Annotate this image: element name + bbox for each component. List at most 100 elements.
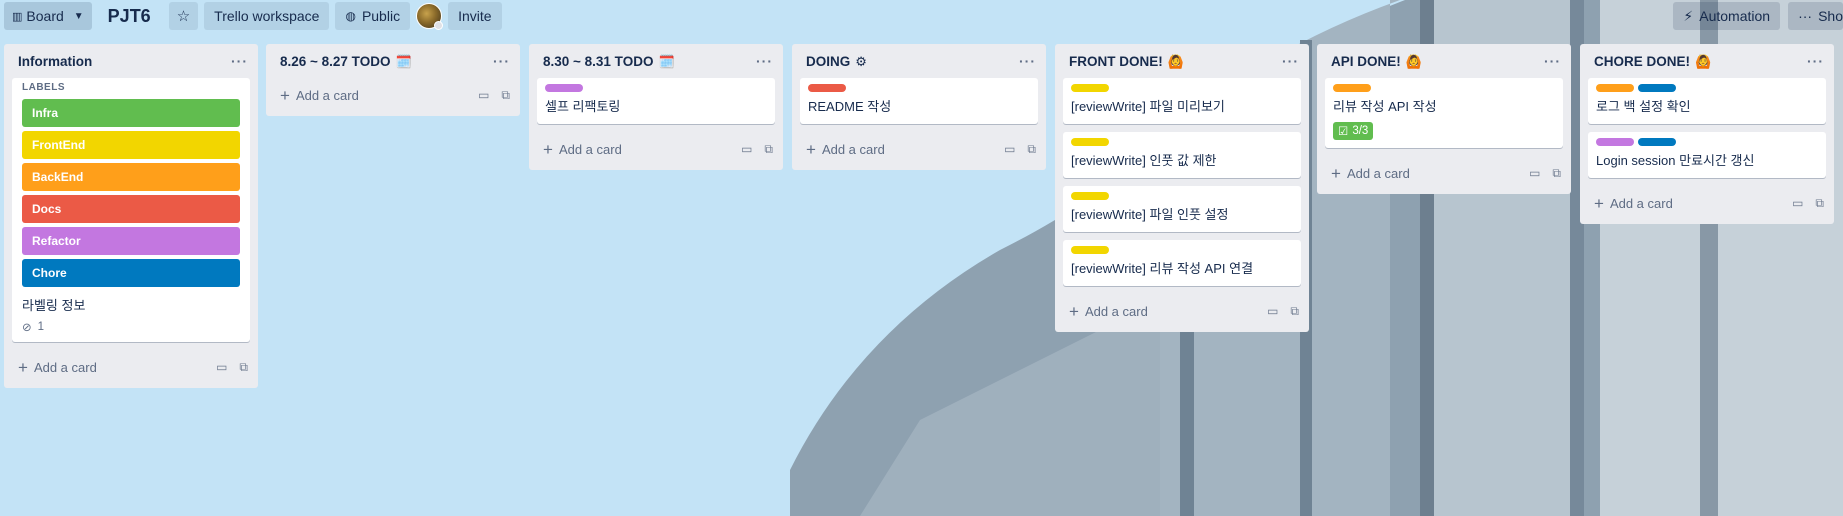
star-button[interactable]: ☆	[168, 2, 199, 30]
plus-icon: +	[1594, 193, 1604, 213]
template-icon[interactable]: ▭	[741, 142, 752, 157]
card[interactable]: [reviewWrite] 리뷰 작성 API 연결	[1063, 240, 1301, 286]
card[interactable]: 리뷰 작성 API 작성 ☑ 3/3	[1325, 78, 1563, 148]
avatar-badge	[434, 21, 444, 30]
card[interactable]: [reviewWrite] 인풋 값 제한	[1063, 132, 1301, 178]
template-icon[interactable]: ▭	[1792, 196, 1803, 211]
add-card-button[interactable]: + Add a card	[1069, 303, 1148, 320]
list-title[interactable]: FRONT DONE! 🙆	[1069, 54, 1184, 69]
list-header: API DONE! 🙆 ···	[1317, 44, 1571, 78]
list-title[interactable]: DOING ⚙	[806, 54, 867, 69]
list-menu-icon[interactable]: ···	[1807, 53, 1824, 69]
card[interactable]: 셀프 리팩토링	[537, 78, 775, 124]
label-docs: Docs	[22, 195, 240, 223]
card-title: README 작성	[808, 99, 892, 114]
add-card-button[interactable]: + Add a card	[18, 359, 97, 376]
invite-button[interactable]: Invite	[448, 2, 502, 30]
template-icon[interactable]: ▭	[1004, 142, 1015, 157]
copy-icon[interactable]: ⧉	[1815, 196, 1824, 211]
add-card-row: + Add a card ▭ ⧉	[266, 78, 520, 112]
list-title-text: CHORE DONE!	[1594, 53, 1691, 69]
label-refactor	[1596, 138, 1634, 146]
checklist-icon: ☑	[1338, 126, 1349, 138]
add-card-row: + Add a card ▭ ⧉	[4, 350, 258, 384]
list-header: Information ···	[4, 44, 258, 78]
add-card-row: + Add a card ▭ ⧉	[1580, 186, 1834, 220]
list-title-text: 8.30 ~ 8.31 TODO	[543, 53, 654, 69]
copy-icon[interactable]: ⧉	[501, 88, 510, 103]
list-title[interactable]: 8.30 ~ 8.31 TODO 🗓️	[543, 54, 675, 69]
list-title-text: API DONE!	[1331, 53, 1401, 69]
add-card-label: Add a card	[1084, 303, 1148, 319]
label-frontend	[1071, 246, 1109, 254]
automation-button[interactable]: ⚡ Automation	[1673, 2, 1781, 30]
add-card-row: + Add a card ▭ ⧉	[1317, 156, 1571, 190]
avatar[interactable]	[416, 3, 444, 30]
add-card-button[interactable]: + Add a card	[806, 141, 885, 158]
workspace-button[interactable]: Trello workspace	[204, 2, 330, 30]
globe-icon: ◍	[345, 9, 356, 23]
copy-icon[interactable]: ⧉	[239, 360, 248, 375]
label-chore	[1638, 84, 1676, 92]
add-card-label: Add a card	[1346, 165, 1410, 181]
list-header: 8.30 ~ 8.31 TODO 🗓️ ···	[529, 44, 783, 78]
list-menu-icon[interactable]: ···	[1544, 53, 1561, 69]
add-card-button[interactable]: + Add a card	[1594, 195, 1673, 212]
add-card-row: + Add a card ▭ ⧉	[529, 132, 783, 166]
list-information: Information ··· LABELS Infra FrontEnd Ba…	[4, 44, 258, 388]
list-menu-icon[interactable]: ···	[1282, 53, 1299, 69]
card[interactable]: [reviewWrite] 파일 인풋 설정	[1063, 186, 1301, 232]
label-refactor: Refactor	[22, 227, 240, 255]
copy-icon[interactable]: ⧉	[1552, 166, 1561, 181]
copy-icon[interactable]: ⧉	[764, 142, 773, 157]
show-menu-button[interactable]: ··· Sho	[1788, 2, 1843, 30]
label-backend	[1596, 84, 1634, 92]
list-menu-icon[interactable]: ···	[756, 53, 773, 69]
chevron-down-icon: ▼	[73, 10, 84, 22]
copy-icon[interactable]: ⧉	[1027, 142, 1036, 157]
copy-icon[interactable]: ⧉	[1290, 304, 1299, 319]
card[interactable]: README 작성	[800, 78, 1038, 124]
list-menu-icon[interactable]: ···	[1019, 53, 1036, 69]
list-title[interactable]: 8.26 ~ 8.27 TODO 🗓️	[280, 54, 412, 69]
card[interactable]: Login session 만료시간 갱신	[1588, 132, 1826, 178]
list-title[interactable]: Information	[18, 54, 92, 69]
list-menu-icon[interactable]: ···	[493, 53, 510, 69]
show-menu-label: Sho	[1818, 8, 1843, 24]
label-chore	[1638, 138, 1676, 146]
template-icon[interactable]: ▭	[1529, 166, 1540, 181]
list-title-text: FRONT DONE!	[1069, 53, 1163, 69]
card[interactable]: [reviewWrite] 파일 미리보기	[1063, 78, 1301, 124]
template-icon[interactable]: ▭	[216, 360, 227, 375]
add-card-button[interactable]: + Add a card	[280, 87, 359, 104]
list-header: 8.26 ~ 8.27 TODO 🗓️ ···	[266, 44, 520, 78]
ok-gesture-icon: 🙆	[1695, 53, 1712, 69]
label-docs	[808, 84, 846, 92]
add-card-button[interactable]: + Add a card	[1331, 165, 1410, 182]
board-view-switcher[interactable]: ▥ Board ▼	[4, 2, 92, 30]
add-card-button[interactable]: + Add a card	[543, 141, 622, 158]
card-title: [reviewWrite] 파일 미리보기	[1071, 99, 1225, 114]
visibility-button[interactable]: ◍ Public	[335, 2, 411, 30]
list-title-text: 8.26 ~ 8.27 TODO	[280, 53, 391, 69]
card-title: [reviewWrite] 리뷰 작성 API 연결	[1071, 261, 1254, 276]
card-title: 셀프 리팩토링	[545, 99, 621, 114]
automation-label: Automation	[1699, 8, 1771, 24]
board-title[interactable]: PJT6	[98, 6, 163, 27]
template-icon[interactable]: ▭	[478, 88, 489, 103]
plus-icon: +	[543, 139, 553, 159]
list-title[interactable]: CHORE DONE! 🙆	[1594, 54, 1711, 69]
list-title[interactable]: API DONE! 🙆	[1331, 54, 1422, 69]
label-frontend	[1071, 138, 1109, 146]
labels-info-card[interactable]: LABELS Infra FrontEnd BackEnd Docs Refac…	[12, 78, 250, 342]
template-icon[interactable]: ▭	[1267, 304, 1278, 319]
card[interactable]: 로그 백 설정 확인	[1588, 78, 1826, 124]
list-menu-icon[interactable]: ···	[231, 53, 248, 69]
label-backend	[1333, 84, 1371, 92]
card-title: 로그 백 설정 확인	[1596, 99, 1691, 114]
list-chore-done: CHORE DONE! 🙆 ··· 로그 백 설정 확인 Login sessi…	[1580, 44, 1834, 224]
list-front-done: FRONT DONE! 🙆 ··· [reviewWrite] 파일 미리보기 …	[1055, 44, 1309, 332]
ok-gesture-icon: 🙆	[1405, 53, 1422, 69]
plus-icon: +	[806, 139, 816, 159]
card-title: 라벨링 정보	[22, 298, 86, 313]
